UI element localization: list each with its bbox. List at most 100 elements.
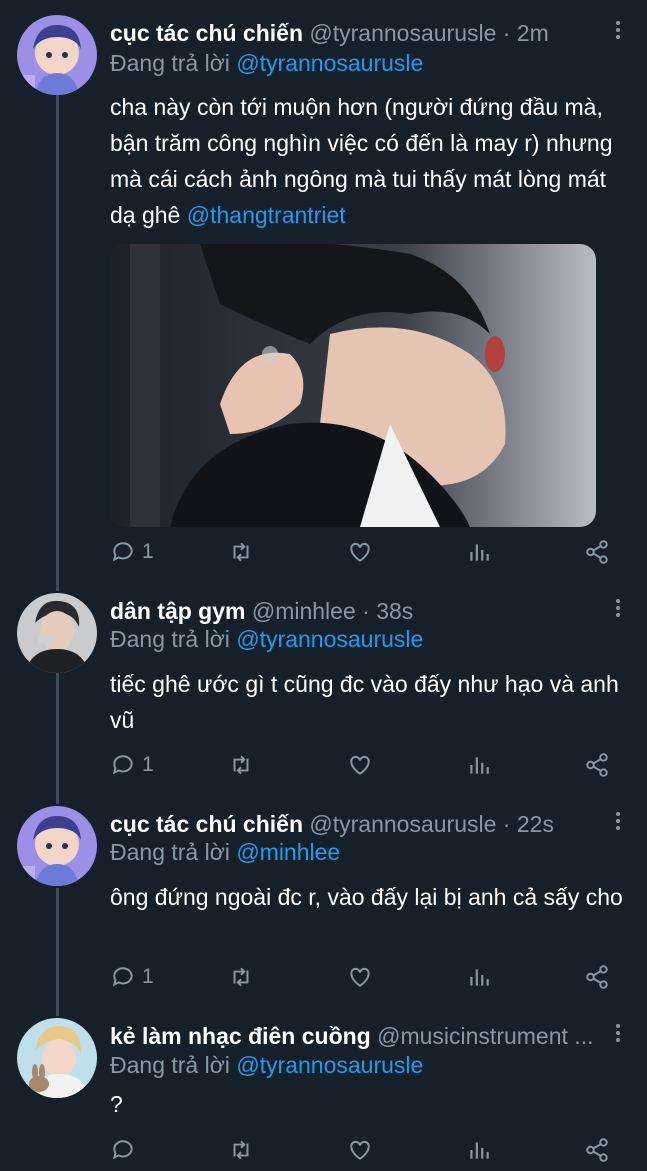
reply-button[interactable]: 1 — [110, 962, 154, 992]
replying-prefix: Đang trả lời — [110, 839, 237, 865]
tweet[interactable]: kẻ làm nhạc điên cuồng @musicinstrument … — [0, 1018, 647, 1171]
analytics-button[interactable] — [466, 537, 492, 567]
display-name[interactable]: kẻ làm nhạc điên cuồng — [110, 1023, 371, 1049]
analytics-icon — [470, 757, 489, 774]
share-button[interactable] — [584, 1135, 610, 1165]
replying-prefix: Đang trả lời — [110, 50, 237, 76]
tweet-text-content: ? — [110, 1091, 123, 1117]
tweet-actions: 1 — [110, 750, 630, 780]
more-icon[interactable] — [613, 21, 623, 43]
retweet-icon — [233, 542, 249, 562]
username[interactable]: @minhlee — [252, 598, 356, 624]
like-icon — [350, 542, 370, 562]
like-button[interactable] — [347, 1135, 373, 1165]
more-icon[interactable] — [613, 599, 623, 621]
replying-mention[interactable]: @tyrannosaurusle — [236, 626, 423, 652]
analytics-button[interactable] — [466, 750, 492, 780]
like-button[interactable] — [347, 537, 373, 567]
replying-to: Đang trả lời @minhlee — [110, 837, 340, 867]
tweet-image[interactable] — [110, 244, 596, 527]
retweet-button[interactable] — [228, 537, 254, 567]
username[interactable]: @musicinstrument ... — [377, 1023, 593, 1049]
display-name[interactable]: dân tập gym — [110, 598, 245, 624]
tweet-header: cục tác chú chiến @tyrannosaurusle · 2m — [110, 15, 607, 51]
blonde-person-with-bunny-avatar-image — [17, 1018, 97, 1098]
display-name[interactable]: cục tác chú chiến — [110, 811, 303, 837]
share-icon — [586, 965, 608, 989]
tweet-text: cha này còn tới muộn hơn (người đứng đầu… — [110, 89, 630, 233]
tweet[interactable]: dân tập gym @minhlee · 38s Đang trả lời … — [0, 593, 647, 783]
avatar[interactable] — [17, 1018, 97, 1098]
tweet[interactable]: cục tác chú chiến @tyrannosaurusle · 2m … — [0, 15, 647, 590]
avatar[interactable] — [17, 15, 97, 95]
analytics-button[interactable] — [466, 962, 492, 992]
timestamp[interactable]: 22s — [517, 811, 554, 837]
display-name[interactable]: cục tác chú chiến — [110, 20, 303, 46]
analytics-icon — [470, 969, 489, 986]
replying-to: Đang trả lời @tyrannosaurusle — [110, 48, 423, 78]
replying-to: Đang trả lời @tyrannosaurusle — [110, 1050, 423, 1080]
separator: · — [502, 20, 511, 46]
username[interactable]: @tyrannosaurusle — [309, 811, 496, 837]
reply-button[interactable] — [110, 1135, 136, 1165]
tweet-header: kẻ làm nhạc điên cuồng @musicinstrument … — [110, 1018, 607, 1054]
timestamp[interactable]: 2m — [517, 20, 549, 46]
analytics-button[interactable] — [466, 1135, 492, 1165]
share-button[interactable] — [584, 962, 610, 992]
separator: · — [362, 598, 370, 624]
tweet[interactable]: cục tác chú chiến @tyrannosaurusle · 22s… — [0, 806, 647, 996]
replying-mention[interactable]: @minhlee — [236, 839, 340, 865]
reply-icon — [112, 967, 133, 987]
timestamp[interactable]: 38s — [376, 598, 413, 624]
share-button[interactable] — [584, 537, 610, 567]
tweet-actions: 1 — [110, 537, 630, 567]
replying-to: Đang trả lời @tyrannosaurusle — [110, 624, 423, 654]
reply-button[interactable]: 1 — [110, 537, 154, 567]
tweet-text: ông đứng ngoài đc r, vào đấy lại bị anh … — [110, 879, 630, 915]
retweet-icon — [233, 1140, 249, 1160]
like-button[interactable] — [347, 750, 373, 780]
tweet-text: ? — [110, 1086, 630, 1122]
retweet-icon — [233, 967, 249, 987]
more-icon[interactable] — [613, 812, 623, 834]
text-mention[interactable]: @thangtrantriet — [187, 202, 346, 228]
reply-icon — [112, 755, 133, 775]
replying-prefix: Đang trả lời — [110, 626, 237, 652]
tweet-actions — [110, 1135, 630, 1165]
retweet-button[interactable] — [228, 750, 254, 780]
avatar[interactable] — [17, 806, 97, 886]
share-button[interactable] — [584, 750, 610, 780]
replying-mention[interactable]: @tyrannosaurusle — [236, 1052, 423, 1078]
replying-prefix: Đang trả lời — [110, 1052, 237, 1078]
tweet-actions: 1 — [110, 962, 630, 992]
reply-button[interactable]: 1 — [110, 750, 154, 780]
reply-count: 1 — [142, 540, 154, 563]
tweet-text: tiếc ghê ước gì t cũng đc vào đấy như hạ… — [110, 666, 630, 738]
reply-count: 1 — [142, 753, 154, 776]
like-icon — [350, 755, 370, 775]
purple-anime-avatar-image — [17, 806, 97, 886]
share-icon — [586, 1138, 608, 1162]
like-icon — [350, 967, 370, 987]
like-icon — [350, 1140, 370, 1160]
replying-mention[interactable]: @tyrannosaurusle — [236, 50, 423, 76]
tweet-text-content: ông đứng ngoài đc r, vào đấy lại bị anh … — [110, 884, 623, 910]
tweet-text-content: tiếc ghê ước gì t cũng đc vào đấy như hạ… — [110, 671, 619, 733]
more-icon[interactable] — [613, 1024, 623, 1046]
share-icon — [586, 753, 608, 777]
username[interactable]: @tyrannosaurusle — [309, 20, 496, 46]
retweet-button[interactable] — [228, 962, 254, 992]
analytics-icon — [470, 544, 489, 561]
dark-haired-person-avatar-image — [17, 593, 97, 673]
tweet-text-content: cha này còn tới muộn hơn (người đứng đầu… — [110, 94, 613, 228]
retweet-button[interactable] — [228, 1135, 254, 1165]
purple-anime-avatar-image — [17, 15, 97, 95]
reply-count: 1 — [142, 965, 154, 988]
retweet-icon — [233, 755, 249, 775]
analytics-icon — [470, 1142, 489, 1159]
photo-image — [110, 244, 596, 527]
like-button[interactable] — [347, 962, 373, 992]
reply-icon — [112, 542, 133, 562]
avatar[interactable] — [17, 593, 97, 673]
separator: · — [502, 811, 511, 837]
